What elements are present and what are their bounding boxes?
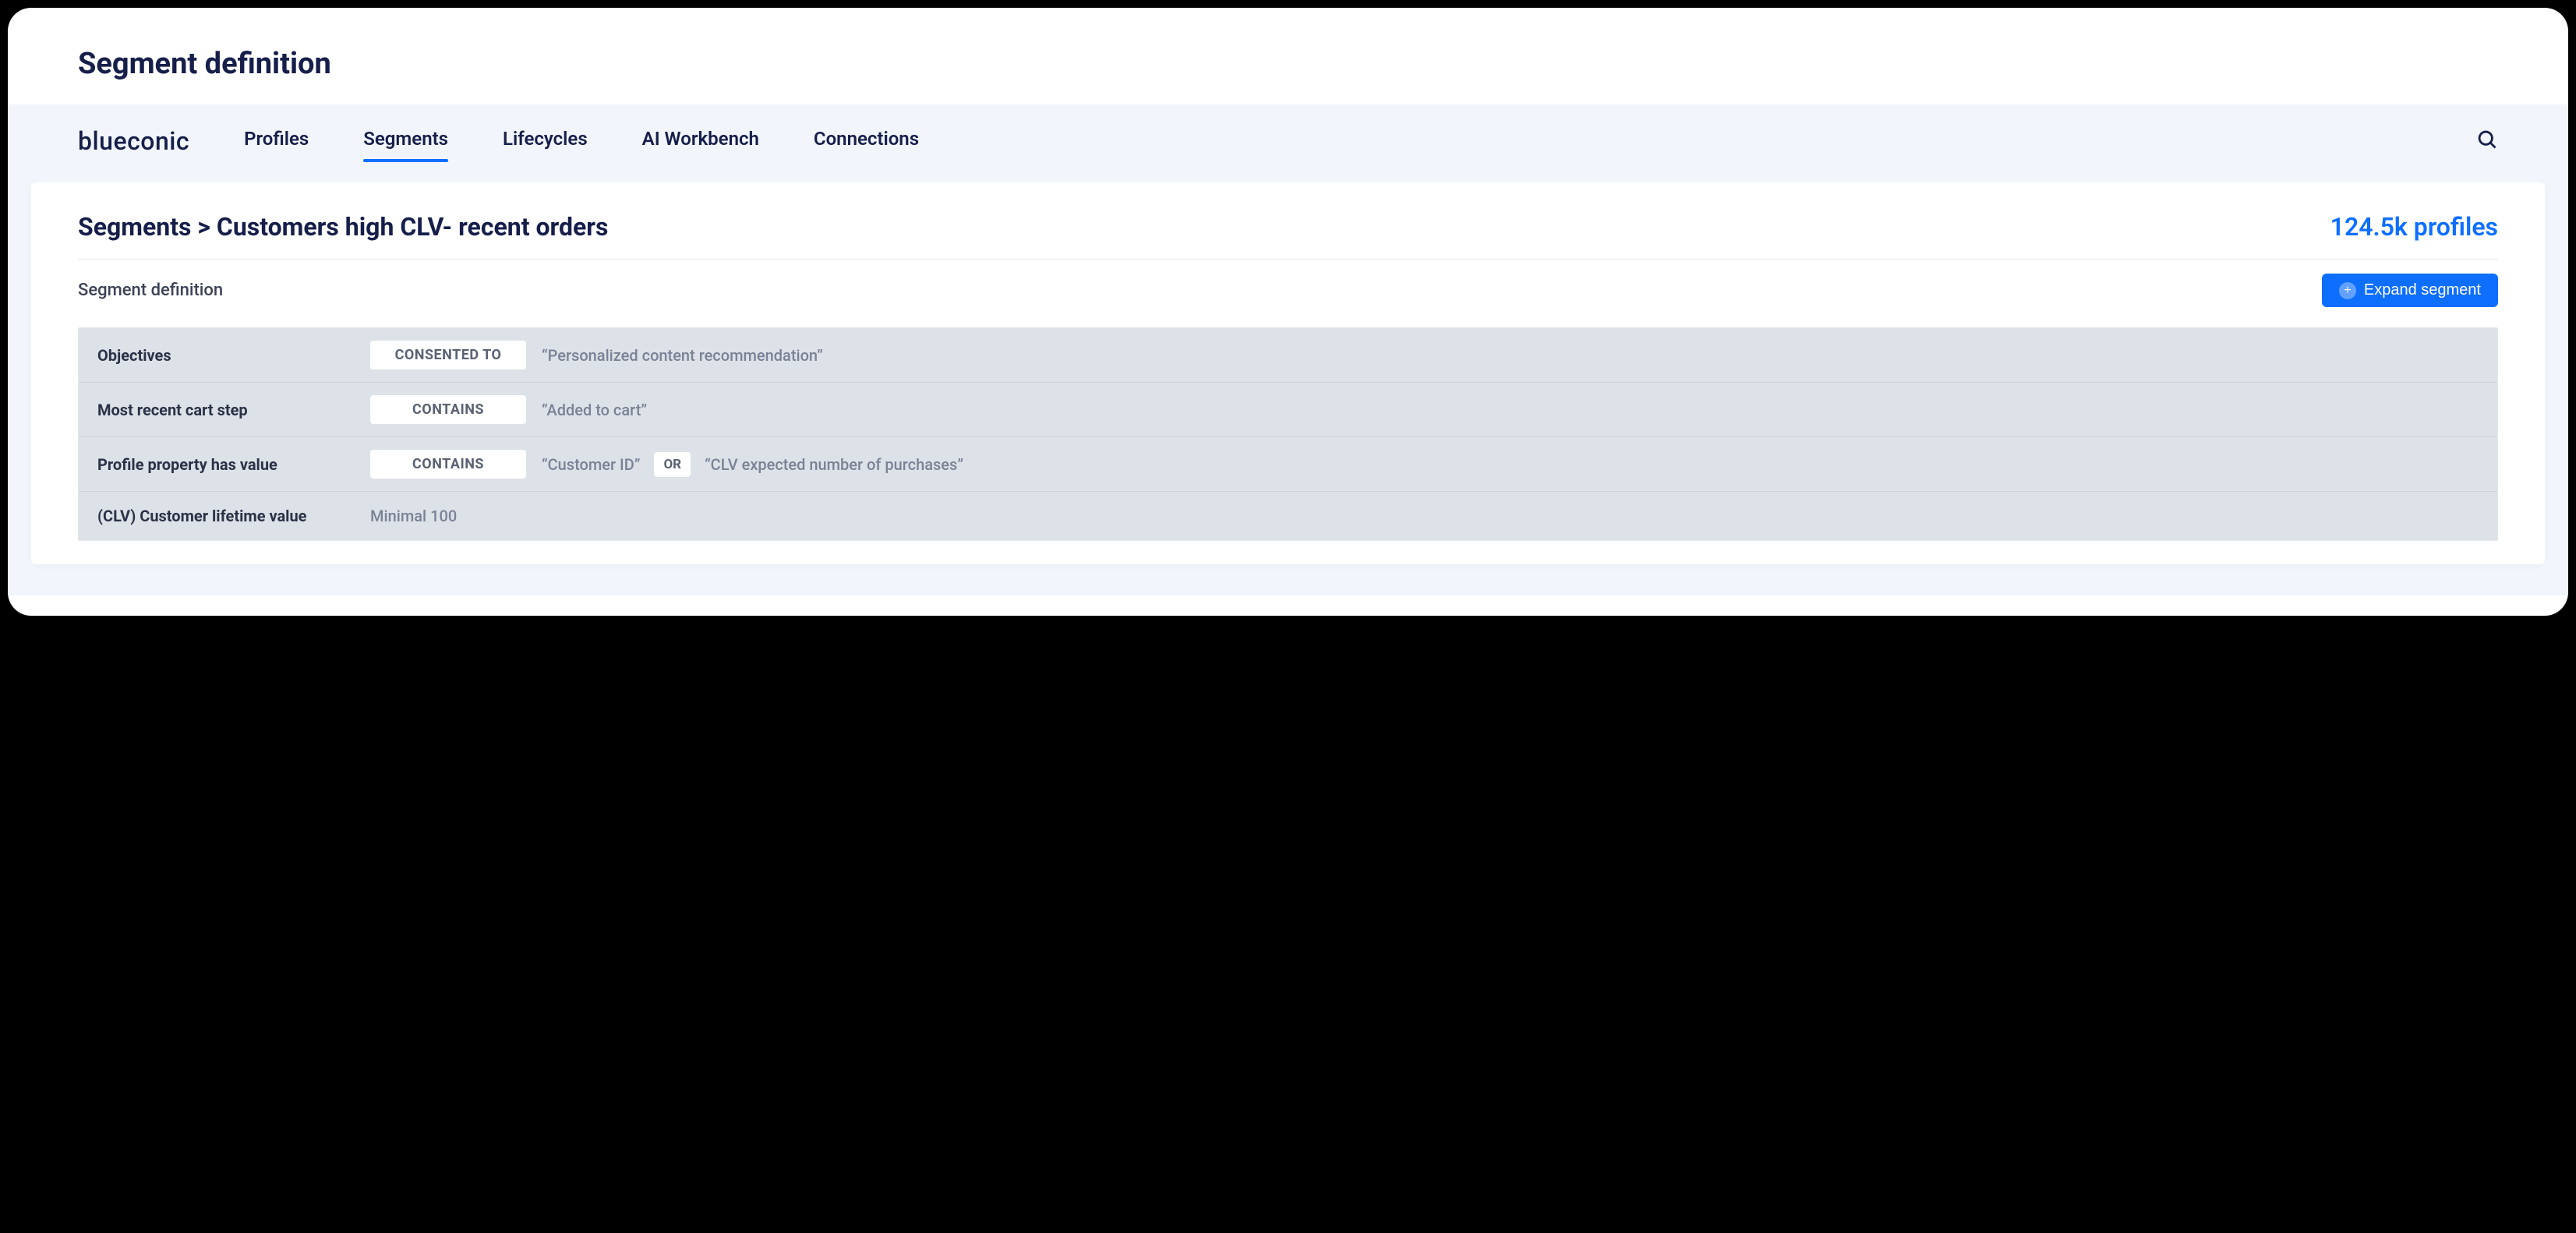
value-text: “Personalized content recommendation” [542,346,823,365]
content-card: Segments > Customers high CLV- recent or… [31,182,2545,564]
subheader-row: Segment definition + Expand segment [78,274,2498,307]
app-shell: blueconic Profiles Segments Lifecycles A… [8,104,2568,595]
nav-lifecycles[interactable]: Lifecycles [503,123,588,159]
search-button[interactable] [2476,129,2498,154]
value-text: Minimal 100 [370,507,457,525]
expand-segment-button[interactable]: + Expand segment [2322,274,2498,307]
row-values: “Personalized content recommendation” [542,346,823,365]
joiner-chip[interactable]: OR [654,452,691,477]
row-values: “Customer ID” OR “CLV expected number of… [542,452,963,477]
app-window: Segment definition blueconic Profiles Se… [8,8,2568,616]
breadcrumb-separator: > [197,212,210,242]
row-label: Most recent cart step [97,401,355,419]
definition-table: Objectives CONSENTED TO “Personalized co… [78,327,2498,541]
row-label: Objectives [97,346,355,365]
value-text: “CLV expected number of purchases” [705,455,963,474]
breadcrumb-row: Segments > Customers high CLV- recent or… [78,212,2498,260]
row-label: (CLV) Customer lifetime value [97,507,355,525]
plus-icon: + [2339,282,2356,299]
definition-row: Most recent cart step CONTAINS “Added to… [79,383,2497,437]
row-values: “Added to cart” [542,401,647,419]
expand-segment-label: Expand segment [2364,281,2481,299]
nav-ai-workbench[interactable]: AI Workbench [642,123,759,159]
definition-row: Profile property has value CONTAINS “Cus… [79,437,2497,492]
breadcrumb-current: Customers high CLV- recent orders [217,212,609,242]
search-icon [2476,129,2498,150]
operator-chip[interactable]: CONSENTED TO [370,341,526,369]
page-title: Segment definition [8,8,2568,104]
brand-logo: blueconic [78,126,189,156]
operator-chip[interactable]: CONTAINS [370,395,526,424]
value-text: “Added to cart” [542,401,647,419]
profile-count: 124.5k profiles [2330,212,2498,242]
nav-connections[interactable]: Connections [814,123,919,159]
breadcrumb-root[interactable]: Segments [78,212,191,242]
top-nav: blueconic Profiles Segments Lifecycles A… [8,104,2568,182]
definition-row: Objectives CONSENTED TO “Personalized co… [79,328,2497,383]
nav-profiles[interactable]: Profiles [244,123,309,159]
nav-segments[interactable]: Segments [363,123,448,159]
row-label: Profile property has value [97,455,355,474]
definition-row: (CLV) Customer lifetime value Minimal 10… [79,492,2497,540]
breadcrumb: Segments > Customers high CLV- recent or… [78,212,608,242]
value-text: “Customer ID” [542,455,640,474]
section-label: Segment definition [78,281,223,300]
operator-chip[interactable]: CONTAINS [370,450,526,479]
nav-items: Profiles Segments Lifecycles AI Workbenc… [244,123,2422,159]
row-values: Minimal 100 [370,507,457,525]
